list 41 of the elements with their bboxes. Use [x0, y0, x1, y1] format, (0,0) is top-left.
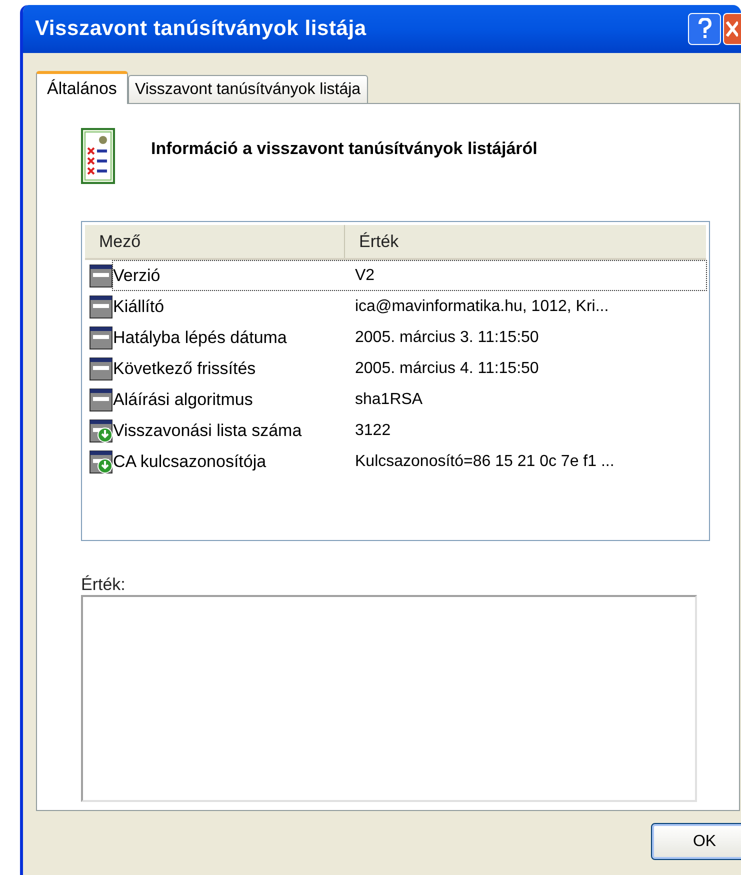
field-value: sha1RSA: [354, 390, 423, 410]
column-header[interactable]: Mező: [85, 225, 345, 258]
field-value: Kulcsazonosító=86 15 21 0c 7e f1 ...: [354, 452, 614, 472]
column-header[interactable]: Érték: [345, 225, 706, 258]
help-icon: [698, 18, 712, 40]
tab[interactable]: Visszavont tanúsítványok listája: [128, 75, 368, 103]
field-name: Aláírási algoritmus: [113, 388, 254, 411]
heading: Információ a visszavont tanúsítványok listájáról: [151, 138, 538, 160]
field-icon: [89, 388, 113, 412]
list-row[interactable]: Következő frissítés 2005. március 4. 11:15:50: [113, 354, 706, 383]
field-name: Visszavonási lista száma: [113, 420, 303, 442]
field-value: 3122: [354, 420, 391, 440]
window-title: Visszavont tanúsítványok listája: [35, 16, 368, 42]
field-name: Kiállító: [113, 296, 166, 318]
certificate-list-icon: [81, 128, 115, 184]
field-icon: [89, 356, 113, 380]
close-icon: [724, 20, 738, 38]
list-row[interactable]: Verzió V2: [113, 261, 706, 290]
field-name: CA kulcsazonosítója: [113, 450, 268, 473]
field-value: ica@mavinformatika.hu, 1012, Kri...: [354, 296, 609, 316]
field-value: V2: [354, 266, 375, 286]
extension-icon: [89, 418, 113, 442]
ok-button[interactable]: OK: [651, 823, 741, 860]
help-button[interactable]: [688, 13, 721, 45]
value-label: Érték:: [81, 574, 126, 592]
field-icon: [89, 264, 113, 288]
list-row[interactable]: Visszavonási lista száma 3122: [113, 416, 706, 445]
field-icon: [89, 326, 113, 350]
field-name: Következő frissítés: [113, 358, 257, 380]
field-value: 2005. március 4. 11:15:50: [354, 358, 539, 378]
extension-icon: [89, 450, 113, 474]
field-name: Hatályba lépés dátuma: [113, 326, 288, 349]
field-name: Verzió: [113, 264, 162, 287]
close-button[interactable]: [723, 13, 741, 45]
field-value: 2005. március 3. 11:15:50: [354, 328, 539, 348]
field-icon: [89, 294, 113, 318]
list-row[interactable]: CA kulcsazonosítója Kulcsazonosító=86 15 21 0c 7e f1 ...: [113, 447, 706, 476]
list-row[interactable]: Kiállító ica@mavinformatika.hu, 1012, Kri...: [113, 292, 706, 321]
tab[interactable]: Általános: [36, 71, 128, 104]
list-row[interactable]: Aláírási algoritmus sha1RSA: [113, 385, 706, 414]
list-row[interactable]: Hatályba lépés dátuma 2005. március 3. 11:15:50: [113, 323, 706, 352]
